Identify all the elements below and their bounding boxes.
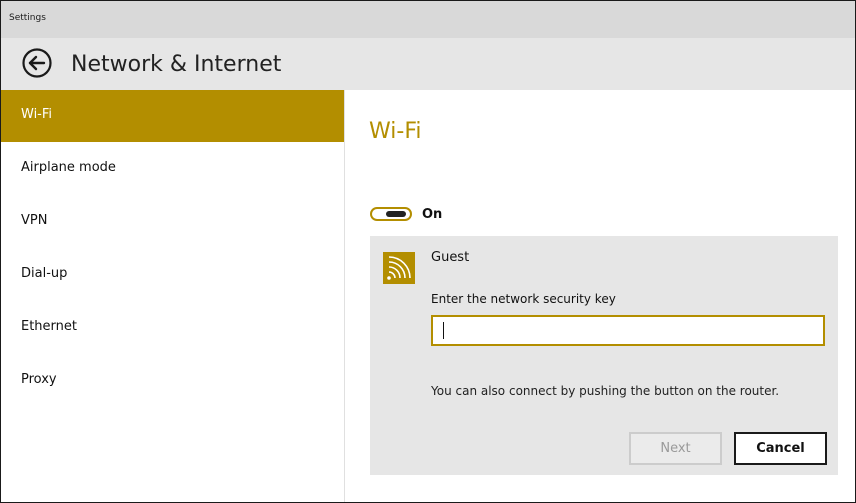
sidebar-item-airplane-mode[interactable]: Airplane mode xyxy=(1,143,344,195)
sidebar-item-label: Airplane mode xyxy=(21,160,116,175)
next-button[interactable]: Next xyxy=(629,432,722,465)
wifi-signal-tile xyxy=(383,252,415,284)
sidebar-item-proxy[interactable]: Proxy xyxy=(1,355,344,407)
sidebar-item-label: Proxy xyxy=(21,372,57,387)
security-key-input[interactable] xyxy=(431,315,825,346)
sidebar-item-wifi[interactable]: Wi-Fi xyxy=(1,90,344,142)
sidebar-item-label: Ethernet xyxy=(21,319,77,334)
title-bar: Settings xyxy=(1,1,855,38)
wps-hint: You can also connect by pushing the butt… xyxy=(431,384,780,398)
window-title: Settings xyxy=(9,13,46,23)
main-content: Wi-Fi On Guest Enter the network securit… xyxy=(344,90,855,502)
sidebar-item-dial-up[interactable]: Dial-up xyxy=(1,249,344,301)
sidebar-item-label: Dial-up xyxy=(21,266,68,281)
arrow-left-circle-icon xyxy=(22,48,52,78)
wifi-signal-icon xyxy=(387,256,411,280)
page-header: Network & Internet xyxy=(1,38,855,90)
settings-window: Settings Network & Internet Wi-Fi Airpla… xyxy=(0,0,856,503)
page-title: Network & Internet xyxy=(71,52,282,77)
network-name: Guest xyxy=(431,250,470,265)
sidebar: Wi-Fi Airplane mode VPN Dial-up Ethernet… xyxy=(1,90,344,502)
sidebar-item-vpn[interactable]: VPN xyxy=(1,196,344,248)
sidebar-item-ethernet[interactable]: Ethernet xyxy=(1,302,344,354)
section-title: Wi-Fi xyxy=(369,119,422,144)
cancel-button[interactable]: Cancel xyxy=(734,432,827,465)
wifi-toggle-label: On xyxy=(422,207,443,222)
toggle-knob xyxy=(386,211,406,217)
text-caret xyxy=(443,322,444,339)
sidebar-item-label: Wi-Fi xyxy=(21,107,53,122)
back-button[interactable] xyxy=(21,47,53,79)
security-key-label: Enter the network security key xyxy=(431,292,616,306)
sidebar-item-label: VPN xyxy=(21,213,48,228)
network-card-guest: Guest Enter the network security key You… xyxy=(370,236,838,475)
wifi-toggle[interactable] xyxy=(370,207,412,221)
